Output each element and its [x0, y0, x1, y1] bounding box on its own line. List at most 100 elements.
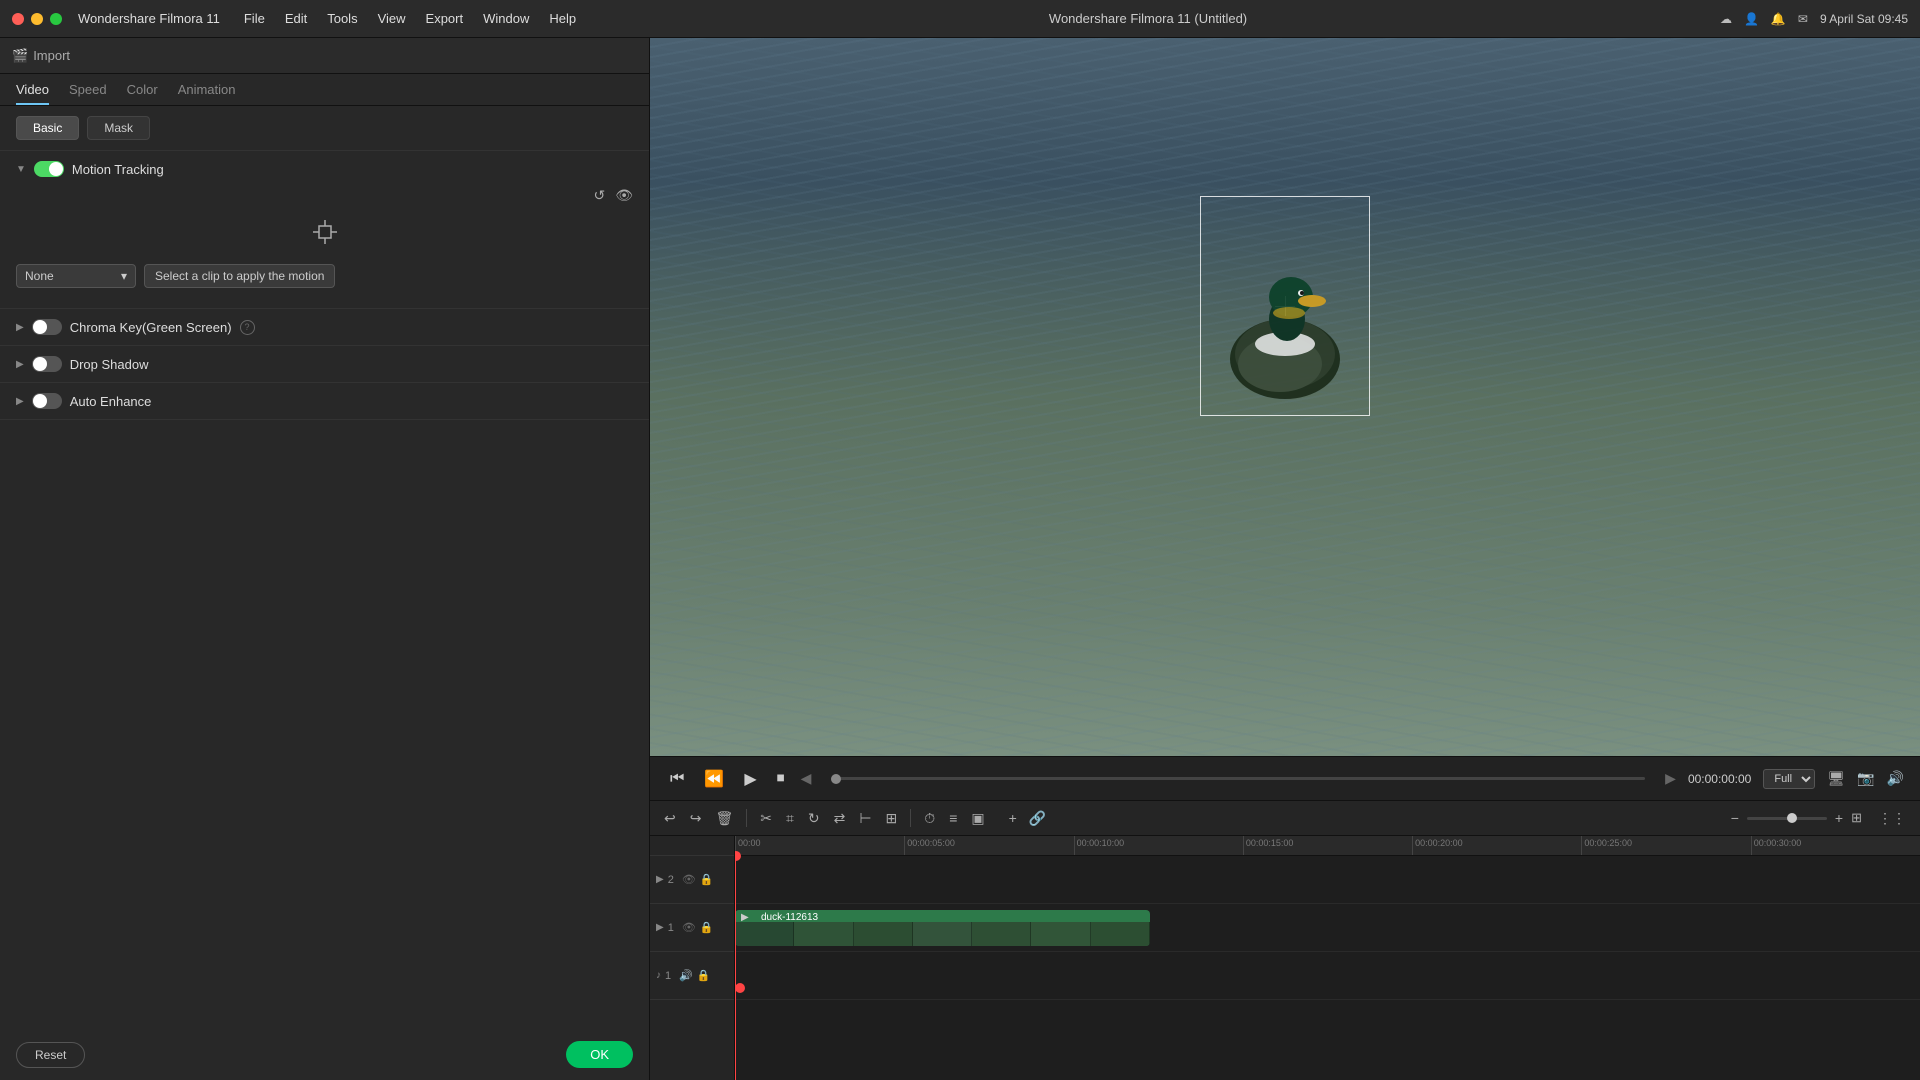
volume-icon[interactable]: 🔊 — [1887, 770, 1904, 787]
track-1-number: 1 — [668, 922, 674, 934]
auto-enhance-section: ▶ Auto Enhance — [0, 383, 649, 420]
minimize-button[interactable] — [31, 13, 43, 25]
timeline-tracks: ▶ duck-112613 — [735, 856, 1920, 1080]
play-button[interactable]: ▶ — [740, 767, 760, 791]
cut-button[interactable]: ✂ — [756, 807, 776, 830]
zoom-fit-icon[interactable]: ⊞ — [1851, 810, 1862, 826]
timeline-settings-button[interactable]: ⋮⋮ — [1874, 807, 1910, 830]
clip-select-dropdown[interactable]: None ▾ — [16, 264, 136, 288]
window-title: Wondershare Filmora 11 (Untitled) — [588, 11, 1708, 26]
tab-video[interactable]: Video — [16, 82, 49, 105]
filmstrip-icon: 🎬 — [12, 48, 28, 64]
menu-bar[interactable]: File Edit Tools View Export Window Help — [244, 11, 576, 26]
tick-4: 00:00:20:00 — [1412, 836, 1581, 855]
speed-button[interactable]: ⏱ — [920, 807, 939, 830]
list-button[interactable]: ≡ — [945, 807, 961, 829]
refresh-icon[interactable]: ↺ — [593, 187, 605, 204]
timeline-toolbar: ↩ ↪ 🗑 ✂ ⌗ ↻ ⇄ ⊢ ⊞ ⏱ ≡ ▣ + 🔗 — [650, 800, 1920, 836]
split-button[interactable]: ⊢ — [855, 807, 875, 830]
menu-window[interactable]: Window — [483, 11, 529, 26]
mute-icon[interactable]: 🔊 — [679, 969, 693, 982]
chroma-key-section: ▶ Chroma Key(Green Screen) ? — [0, 309, 649, 346]
progress-thumb[interactable] — [831, 774, 841, 784]
menu-edit[interactable]: Edit — [285, 11, 307, 26]
chroma-key-toggle[interactable] — [32, 319, 62, 335]
date-display: 9 April Sat 09:45 — [1820, 12, 1908, 26]
menu-view[interactable]: View — [378, 11, 406, 26]
tab-color[interactable]: Color — [127, 82, 158, 105]
motion-tracking-header[interactable]: ▼ Motion Tracking — [16, 161, 633, 177]
track-row-2 — [735, 856, 1920, 904]
tab-speed[interactable]: Speed — [69, 82, 107, 105]
lock-track-icon[interactable]: 🔒 — [700, 873, 714, 886]
eye-track-icon[interactable]: 👁 — [682, 873, 696, 886]
menu-file[interactable]: File — [244, 11, 265, 26]
add-track-button[interactable]: + — [1005, 807, 1021, 830]
timeline-body: ▶ 2 👁 🔒 ▶ 1 👁 🔒 ♪ 1 — [650, 836, 1920, 1080]
import-button[interactable]: 🎬 Import — [12, 48, 70, 64]
separator-2 — [910, 809, 911, 827]
user-icon[interactable]: 👤 — [1744, 12, 1759, 26]
subtab-mask[interactable]: Mask — [87, 116, 150, 140]
window-controls[interactable] — [12, 13, 62, 25]
motion-tracking-body: ↺ 👁 None ▾ — [16, 177, 633, 298]
progress-bar[interactable] — [831, 777, 1645, 780]
eye-track-2-icon[interactable]: 👁 — [682, 921, 696, 934]
crop-button[interactable]: ⌗ — [782, 807, 798, 830]
ruler-ticks: 00:00 00:00:05:00 00:00:10:00 00:00:15:0… — [735, 836, 1920, 855]
auto-enhance-header[interactable]: ▶ Auto Enhance — [16, 393, 633, 409]
notification-icon[interactable]: 🔔 — [1771, 12, 1786, 26]
eye-icon[interactable]: 👁 — [615, 187, 633, 204]
menu-help[interactable]: Help — [549, 11, 576, 26]
undo-button[interactable]: ↩ — [660, 807, 680, 830]
screen-icon[interactable]: 🖥 — [1827, 770, 1845, 787]
lock-track-2-icon[interactable]: 🔒 — [700, 921, 714, 934]
reset-button[interactable]: Reset — [16, 1042, 85, 1068]
lock-audio-icon[interactable]: 🔒 — [697, 969, 711, 982]
video-clip[interactable]: ▶ duck-112613 — [735, 910, 1150, 946]
next-frame-icon[interactable]: ▶ — [1665, 770, 1676, 787]
rewind-button[interactable]: ⏮ — [666, 768, 688, 790]
expand-button[interactable]: ⊞ — [882, 807, 902, 830]
import-label: Import — [33, 48, 70, 63]
zoom-thumb[interactable] — [1787, 813, 1797, 823]
chroma-key-header[interactable]: ▶ Chroma Key(Green Screen) ? — [16, 319, 633, 335]
zoom-slider[interactable] — [1747, 817, 1827, 820]
delete-button[interactable]: 🗑 — [711, 807, 737, 830]
rotate-button[interactable]: ↻ — [804, 807, 824, 830]
zoom-in-button[interactable]: + — [1831, 807, 1847, 829]
auto-enhance-toggle[interactable] — [32, 393, 62, 409]
quality-select[interactable]: Full — [1763, 769, 1815, 789]
playhead[interactable] — [735, 856, 736, 1080]
motion-icon-row: ↺ 👁 — [16, 187, 633, 204]
fullscreen-button[interactable] — [50, 13, 62, 25]
clip-frame-2 — [794, 922, 853, 946]
track-2-number: 2 — [668, 874, 674, 886]
email-icon[interactable]: ✉ — [1798, 12, 1808, 26]
tick-5: 00:00:25:00 — [1581, 836, 1750, 855]
ok-button[interactable]: OK — [566, 1041, 633, 1068]
link-button[interactable]: 🔗 — [1025, 807, 1050, 830]
audio-icon: ♪ — [656, 970, 661, 981]
drop-shadow-toggle[interactable] — [32, 356, 62, 372]
motion-tracking-toggle[interactable] — [34, 161, 64, 177]
zoom-out-button[interactable]: − — [1727, 807, 1743, 829]
tab-animation[interactable]: Animation — [178, 82, 236, 105]
titlebar: Wondershare Filmora 11 File Edit Tools V… — [0, 0, 1920, 38]
subtab-basic[interactable]: Basic — [16, 116, 79, 140]
play-back-button[interactable]: ⏪ — [700, 767, 728, 791]
frame-button[interactable]: ▣ — [967, 807, 988, 830]
info-icon[interactable]: ? — [240, 320, 255, 335]
menu-export[interactable]: Export — [426, 11, 464, 26]
cloud-icon[interactable]: ☁ — [1720, 12, 1732, 26]
chroma-key-title: Chroma Key(Green Screen) — [70, 320, 232, 335]
stop-button[interactable]: ⏹ — [773, 768, 789, 790]
close-button[interactable] — [12, 13, 24, 25]
flip-button[interactable]: ⇄ — [830, 807, 850, 830]
menu-tools[interactable]: Tools — [327, 11, 357, 26]
prev-frame-icon[interactable]: ◀ — [801, 770, 812, 787]
drop-shadow-header[interactable]: ▶ Drop Shadow — [16, 356, 633, 372]
apply-motion-button[interactable]: Select a clip to apply the motion — [144, 264, 335, 288]
snapshot-icon[interactable]: 📷 — [1857, 770, 1874, 787]
redo-button[interactable]: ↪ — [686, 807, 706, 830]
